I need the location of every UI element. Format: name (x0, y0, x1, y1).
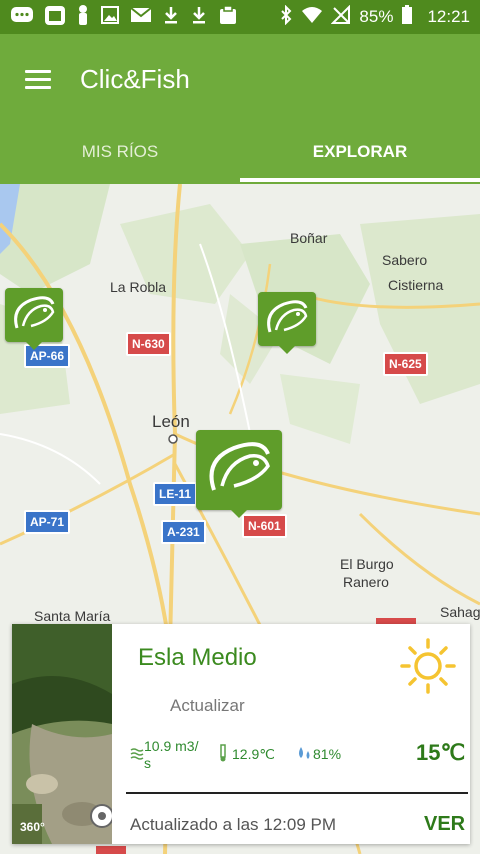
battery-icon (401, 4, 413, 30)
tab-explorar[interactable]: EXPLORAR (240, 130, 480, 184)
app-title: Clic&Fish (80, 64, 190, 94)
clipboard-icon (218, 4, 238, 30)
image-icon (100, 5, 120, 30)
town-bonar: Boñar (290, 230, 328, 246)
card-divider (126, 792, 468, 794)
sun-icon (398, 636, 458, 701)
download-icon (190, 5, 208, 30)
river-photo[interactable]: 360° (12, 624, 112, 844)
message-icon (10, 5, 34, 30)
river-marker-selected[interactable] (196, 430, 282, 518)
bluetooth-icon (279, 4, 293, 30)
fish-icon (14, 296, 55, 329)
river-marker[interactable] (258, 292, 316, 354)
calendar-icon (44, 4, 66, 31)
town-leon: León (152, 412, 190, 431)
no-signal-icon (331, 4, 351, 30)
river-name: Esla Medio (138, 644, 257, 671)
wifi-icon (301, 6, 323, 29)
river-info-card[interactable]: 360° Esla Medio Actualizar 10.9 m3/ s 12… (12, 624, 470, 844)
figure-icon (76, 4, 90, 31)
fish-icon (209, 442, 270, 491)
road-ap-71: AP-71 (24, 510, 71, 534)
town-cistierna: Cistierna (388, 277, 444, 293)
mail-icon (130, 6, 152, 29)
download-icon (162, 5, 180, 30)
view-button[interactable]: VER (424, 813, 465, 836)
road-n-601: N-601 (242, 514, 287, 538)
water-temperature: 12.9℃ (232, 746, 275, 762)
humidity-value: 81% (313, 746, 342, 762)
road-a-231: A-231 (161, 520, 206, 544)
town-el-burgo: El Burgo (340, 556, 394, 572)
air-temperature: 15℃ (416, 740, 466, 765)
location-pin-icon[interactable] (90, 804, 112, 828)
photo-360-badge: 360° (20, 820, 45, 834)
clock: 12:21 (427, 7, 470, 26)
fish-icon (267, 300, 308, 333)
thermometer-icon (216, 744, 230, 767)
flow-icon (130, 746, 144, 767)
town-santa-maria: Santa María (34, 608, 111, 624)
road-n-625: N-625 (383, 352, 428, 376)
flow-value: 10.9 m3/ s (144, 738, 199, 771)
active-tab-indicator (240, 178, 480, 182)
road-le-11: LE-11 (153, 482, 198, 506)
update-button[interactable]: Actualizar (170, 696, 245, 716)
battery-percent: 85% (359, 7, 394, 26)
town-la-robla: La Robla (110, 279, 167, 295)
river-marker[interactable] (5, 288, 63, 350)
town-sahagun: Sahag (440, 604, 480, 620)
menu-icon[interactable] (25, 70, 51, 90)
status-bar: 85% 12:21 (0, 0, 480, 34)
road-n-630: N-630 (126, 332, 171, 356)
town-sabero: Sabero (382, 252, 428, 268)
humidity-icon (296, 744, 312, 767)
app-bar: Clic&Fish MIS RÍOS EXPLORAR (0, 34, 480, 184)
notification-icons (0, 4, 238, 31)
town-ranero: Ranero (343, 574, 389, 590)
tab-mis-rios[interactable]: MIS RÍOS (0, 130, 240, 184)
updated-timestamp: Actualizado a las 12:09 PM (130, 815, 337, 834)
